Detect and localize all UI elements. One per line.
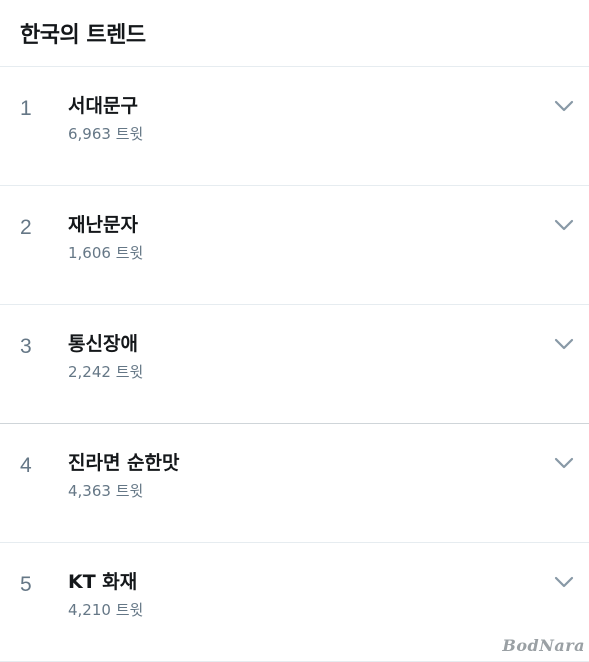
chevron-down-icon[interactable] (553, 95, 575, 117)
trends-title: 한국의 트렌드 (20, 23, 146, 48)
trend-item-1[interactable]: 1 서대문구 6,963 트윗 (0, 67, 589, 186)
chevron-down-icon[interactable] (553, 452, 575, 474)
trend-topic[interactable]: 재난문자 (68, 210, 138, 237)
trend-item-4[interactable]: 4 진라면 순한맛 4,363 트윗 (0, 424, 589, 543)
trend-topic[interactable]: 통신장애 (68, 329, 138, 356)
trend-tweet-count: 4,210 트윗 (68, 601, 144, 619)
trend-topic[interactable]: 서대문구 (68, 91, 138, 118)
trend-rank: 2 (20, 216, 32, 239)
chevron-down-icon[interactable] (553, 214, 575, 236)
trend-tweet-count: 2,242 트윗 (68, 363, 144, 381)
trend-tweet-count: 6,963 트윗 (68, 125, 144, 143)
trend-item-5[interactable]: 5 KT 화재 4,210 트윗 (0, 543, 589, 662)
trend-rank: 3 (20, 335, 32, 358)
trend-list: 1 서대문구 6,963 트윗 2 재난문자 1,606 트윗 3 통신장애 2… (0, 67, 589, 662)
trend-tweet-count: 4,363 트윗 (68, 482, 144, 500)
trend-topic[interactable]: KT 화재 (68, 567, 137, 594)
trend-rank: 5 (20, 573, 32, 596)
chevron-down-icon[interactable] (553, 333, 575, 355)
chevron-down-icon[interactable] (553, 571, 575, 593)
trend-topic[interactable]: 진라면 순한맛 (68, 448, 180, 475)
trend-item-2[interactable]: 2 재난문자 1,606 트윗 (0, 186, 589, 305)
trend-rank: 4 (20, 454, 32, 477)
trend-item-3[interactable]: 3 통신장애 2,242 트윗 (0, 305, 589, 424)
trend-tweet-count: 1,606 트윗 (68, 244, 144, 262)
watermark-logo: BodNara (502, 636, 585, 655)
trends-header: 한국의 트렌드 (0, 0, 589, 67)
trend-rank: 1 (20, 97, 32, 120)
